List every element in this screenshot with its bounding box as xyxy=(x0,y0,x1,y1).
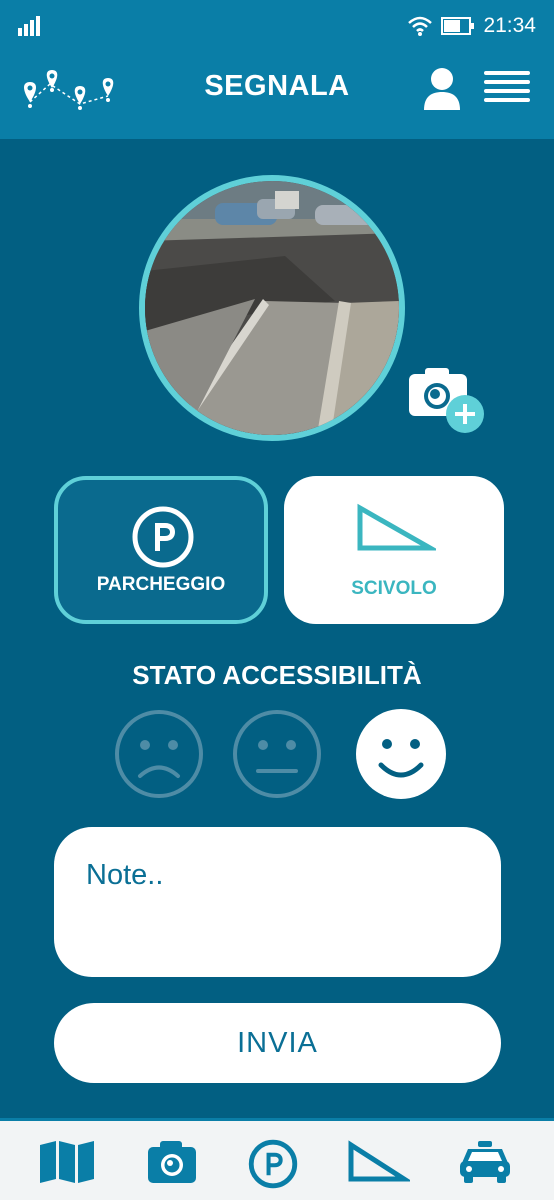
menu-icon xyxy=(484,71,530,102)
add-photo-button[interactable] xyxy=(405,364,487,436)
ramp-photo[interactable] xyxy=(139,175,405,441)
submit-button[interactable]: INVIA xyxy=(54,1003,501,1083)
parking-icon xyxy=(248,1139,298,1189)
clock: 21:34 xyxy=(483,14,536,37)
sad-face-icon xyxy=(115,710,203,798)
neutral-face-button[interactable] xyxy=(232,709,322,799)
map-icon xyxy=(40,1141,94,1183)
type-ramp-button[interactable]: SCIVOLO xyxy=(284,476,504,624)
ramp-icon xyxy=(357,503,436,551)
bottom-nav xyxy=(0,1118,554,1200)
sad-face-button[interactable] xyxy=(114,709,204,799)
nav-ramp[interactable] xyxy=(346,1139,413,1187)
happy-face-button[interactable] xyxy=(356,709,446,799)
nav-parking[interactable] xyxy=(248,1139,308,1189)
signal-icon xyxy=(18,16,40,36)
ramp-photo-image xyxy=(145,181,399,435)
camera-icon xyxy=(148,1141,196,1183)
neutral-face-icon xyxy=(233,710,321,798)
page-title: SEGNALA xyxy=(204,70,350,102)
type-parking-label: PARCHEGGIO xyxy=(96,574,226,595)
ramp-icon xyxy=(348,1140,413,1182)
parking-icon xyxy=(132,506,194,568)
happy-face-icon xyxy=(356,709,446,799)
type-ramp-label: SCIVOLO xyxy=(351,578,437,599)
notes-field[interactable] xyxy=(54,827,501,977)
user-icon xyxy=(424,68,460,110)
menu-button[interactable] xyxy=(482,68,532,108)
status-bar: 21:34 xyxy=(0,0,554,52)
app-header: SEGNALA xyxy=(0,52,554,139)
car-icon xyxy=(460,1141,510,1183)
camera-plus-icon xyxy=(409,368,484,433)
wifi-icon xyxy=(408,16,433,36)
battery-icon xyxy=(441,17,475,35)
nav-car[interactable] xyxy=(458,1139,518,1187)
user-button[interactable] xyxy=(420,66,464,110)
nav-map[interactable] xyxy=(38,1139,98,1187)
nav-camera[interactable] xyxy=(146,1139,206,1187)
accessibility-title: STATO ACCESSIBILITÀ xyxy=(132,660,422,690)
type-parking-button[interactable]: PARCHEGGIO xyxy=(54,476,268,624)
